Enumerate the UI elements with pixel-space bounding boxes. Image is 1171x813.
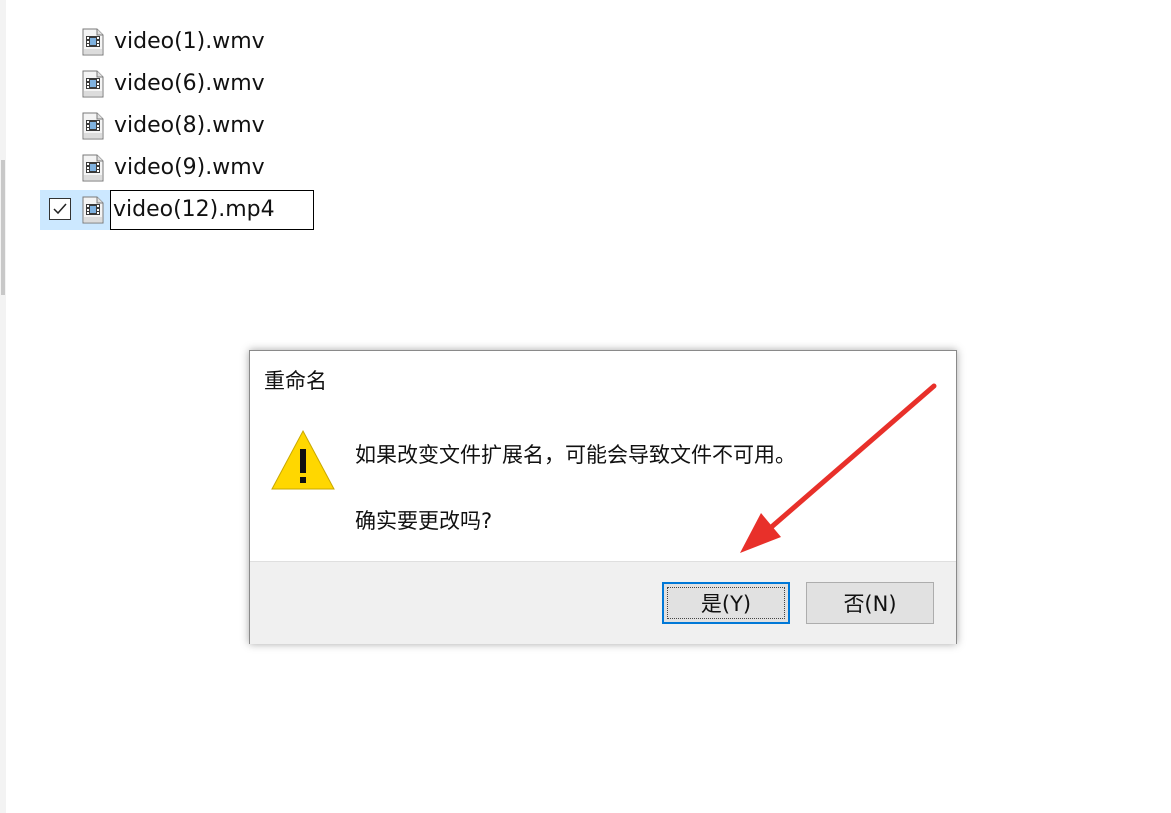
wmv-file-icon [82,196,104,224]
file-name: video(1).wmv [114,29,265,54]
yes-button[interactable]: 是(Y) [662,582,790,624]
wmv-file-icon [82,70,104,98]
wmv-file-icon [82,154,104,182]
file-item-selected[interactable] [40,190,320,230]
file-name: video(6).wmv [114,71,265,96]
dialog-question: 确实要更改吗? [355,509,493,533]
file-item[interactable]: video(6).wmv [40,64,320,104]
wmv-file-icon [82,28,104,56]
dialog-message: 如果改变文件扩展名，可能会导致文件不可用。 [355,443,796,467]
left-scrollbar[interactable] [0,0,6,813]
checkmark-icon [53,203,67,215]
item-checkbox[interactable] [49,198,71,220]
rename-input[interactable] [113,194,309,224]
scrollbar-thumb[interactable] [1,160,5,295]
rename-field-box[interactable] [110,190,314,230]
file-name: video(8).wmv [114,113,265,138]
file-item[interactable]: video(1).wmv [40,22,320,62]
wmv-file-icon [82,112,104,140]
file-name: video(9).wmv [114,155,265,180]
file-item[interactable]: video(9).wmv [40,148,320,188]
dialog-button-bar: 是(Y) 否(N) [250,561,956,644]
no-button-label: 否(N) [843,592,897,616]
file-item[interactable]: video(8).wmv [40,106,320,146]
warning-icon [270,427,336,493]
no-button[interactable]: 否(N) [806,582,934,624]
focus-rectangle [667,587,785,619]
rename-dialog: 重命名 如果改变文件扩展名，可能会导致文件不可用。 确实要更改吗? 是(Y) 否… [249,350,957,644]
dialog-title: 重命名 [264,369,327,393]
